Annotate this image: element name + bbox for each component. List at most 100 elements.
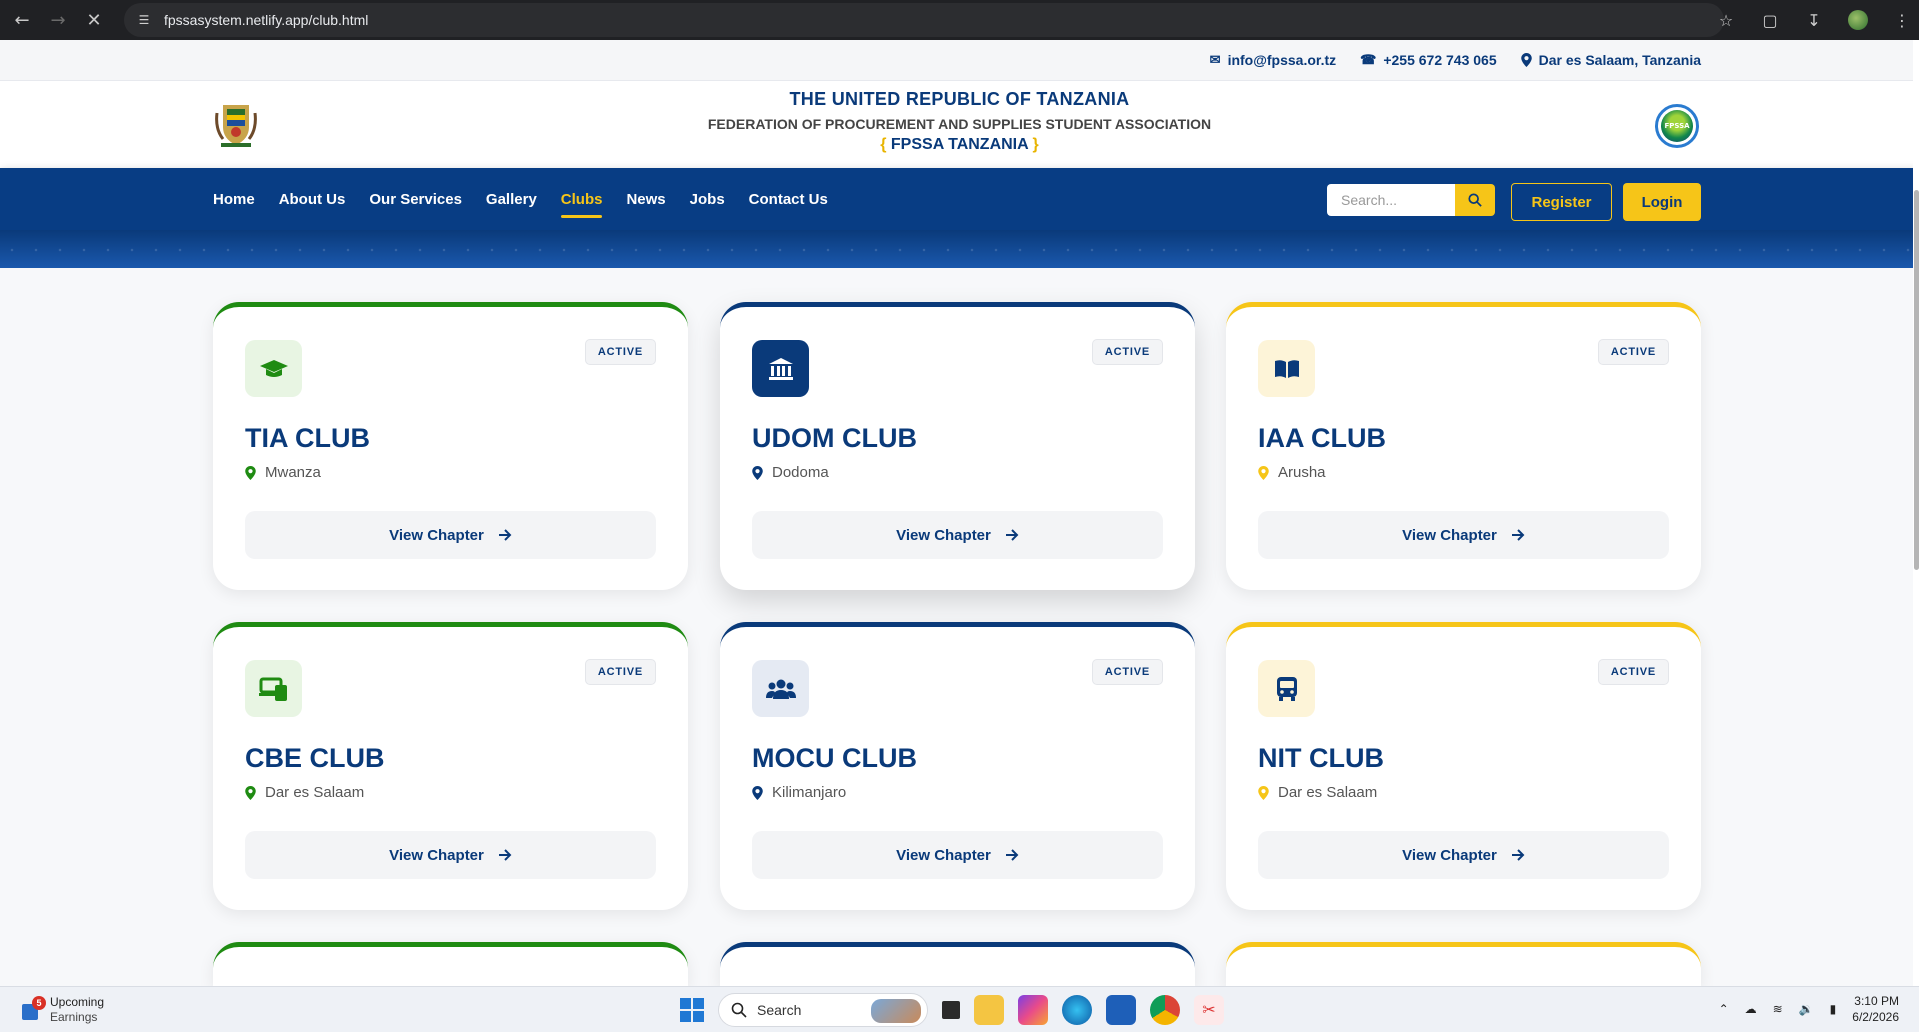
store-app-icon[interactable] — [1106, 995, 1136, 1025]
club-location-text: Dar es Salaam — [1278, 784, 1378, 801]
fpssa-logo-text: FPSSA — [1661, 110, 1693, 142]
search-highlight-image — [871, 999, 921, 1023]
club-card[interactable]: ACTIVE MOCU CLUB Kilimanjaro View Chapte… — [720, 622, 1195, 910]
club-card[interactable]: ACTIVE TIA CLUB Mwanza View Chapter — [213, 302, 688, 590]
location-pin-icon — [1520, 53, 1532, 67]
arrow-right-icon — [498, 529, 512, 541]
view-chapter-button[interactable]: View Chapter — [752, 511, 1163, 559]
phone-icon: ☎ — [1360, 52, 1377, 67]
brace-close: } — [1032, 136, 1039, 153]
profile-avatar[interactable] — [1841, 3, 1875, 37]
view-chapter-label: View Chapter — [1402, 846, 1497, 864]
federation-title: FEDERATION OF PROCUREMENT AND SUPPLIES S… — [707, 116, 1212, 132]
club-card[interactable]: ACTIVE NIT CLUB Dar es Salaam View Chapt… — [1226, 622, 1701, 910]
system-tray: ⌃ ☁ ≋ 🔉 ▮ 3:10 PM 6/2/2026 — [1719, 993, 1899, 1025]
location-text: Dar es Salaam, Tanzania — [1538, 52, 1701, 68]
bookmark-star-icon[interactable]: ☆ — [1709, 3, 1743, 37]
file-explorer-icon[interactable] — [974, 995, 1004, 1025]
battery-icon[interactable]: ▮ — [1830, 1002, 1837, 1016]
nav-link-our-services[interactable]: Our Services — [369, 185, 462, 214]
location-pin-icon — [752, 465, 763, 480]
view-chapter-button[interactable]: View Chapter — [752, 831, 1163, 879]
fpssa-logo[interactable]: FPSSA — [1655, 104, 1699, 148]
login-button[interactable]: Login — [1623, 183, 1701, 221]
nav-link-clubs[interactable]: Clubs — [560, 185, 602, 218]
clock-time: 3:10 PM — [1854, 994, 1899, 1008]
club-card[interactable]: ACTIVE UDOM CLUB Dodoma View Chapter — [720, 302, 1195, 590]
view-chapter-button[interactable]: View Chapter — [245, 511, 656, 559]
phone-text[interactable]: +255 672 743 065 — [1383, 52, 1496, 68]
club-name: TIA CLUB — [245, 423, 370, 453]
taskbar-search-label: Search — [757, 1002, 802, 1018]
snipping-tool-icon[interactable]: ✂ — [1194, 995, 1224, 1025]
show-hidden-icons-icon[interactable]: ⌃ — [1719, 1002, 1729, 1016]
chrome-browser-icon[interactable] — [1150, 995, 1180, 1025]
status-badge: ACTIVE — [1091, 659, 1163, 685]
browser-menu-icon[interactable]: ⋮ — [1885, 3, 1919, 37]
back-icon[interactable]: ← — [8, 6, 36, 34]
site-info-icon[interactable]: ☰ — [136, 12, 152, 28]
view-chapter-button[interactable]: View Chapter — [1258, 511, 1669, 559]
view-chapter-button[interactable]: View Chapter — [245, 831, 656, 879]
url-text[interactable]: fpssasystem.netlify.app/club.html — [164, 12, 368, 28]
page-scrollbar[interactable] — [1913, 40, 1919, 986]
club-location-text: Arusha — [1278, 464, 1326, 481]
location-pin-icon — [245, 785, 256, 800]
arrow-right-icon — [1511, 529, 1525, 541]
header-titles: THE UNITED REPUBLIC OF TANZANIA FEDERATI… — [0, 89, 1919, 154]
club-card[interactable]: ACTIVE IAA CLUB Arusha View Chapter — [1226, 302, 1701, 590]
status-badge: ACTIVE — [1091, 339, 1163, 365]
volume-icon[interactable]: 🔉 — [1799, 1002, 1814, 1016]
envelope-icon: ✉ — [1209, 52, 1221, 67]
view-chapter-label: View Chapter — [1402, 526, 1497, 544]
extensions-icon[interactable]: ▢ — [1753, 3, 1787, 37]
club-name: CBE CLUB — [245, 743, 385, 773]
windows-start-icon[interactable] — [680, 998, 704, 1022]
wifi-icon[interactable]: ≋ — [1773, 1002, 1783, 1016]
email-text[interactable]: info@fpssa.or.tz — [1228, 52, 1337, 68]
scrollbar-thumb[interactable] — [1914, 190, 1919, 570]
nav-link-home[interactable]: Home — [213, 185, 255, 214]
view-chapter-label: View Chapter — [896, 526, 991, 544]
contact-bar: ✉ info@fpssa.or.tz ☎ +255 672 743 065 Da… — [0, 40, 1919, 81]
contact-email[interactable]: ✉ info@fpssa.or.tz — [1210, 52, 1336, 68]
club-card-partial[interactable] — [720, 942, 1195, 986]
register-button[interactable]: Register — [1511, 183, 1612, 221]
widgets-button[interactable]: 5 Upcoming Earnings — [18, 995, 104, 1025]
club-location: Kilimanjaro — [752, 784, 846, 801]
location-pin-icon — [1258, 465, 1269, 480]
nav-link-contact-us[interactable]: Contact Us — [749, 185, 828, 214]
copilot-app-icon[interactable] — [1018, 995, 1048, 1025]
club-card-partial[interactable] — [1226, 942, 1701, 986]
view-chapter-label: View Chapter — [896, 846, 991, 864]
download-icon[interactable]: ↧ — [1797, 3, 1831, 37]
edge-browser-icon[interactable] — [1062, 995, 1092, 1025]
stop-loading-icon[interactable]: ✕ — [80, 6, 108, 34]
contact-location: Dar es Salaam, Tanzania — [1520, 52, 1701, 68]
task-view-icon[interactable] — [942, 1001, 960, 1019]
status-badge: ACTIVE — [584, 339, 656, 365]
nav-link-jobs[interactable]: Jobs — [690, 185, 725, 214]
search-icon — [1468, 193, 1482, 207]
country-title: THE UNITED REPUBLIC OF TANZANIA — [789, 89, 1130, 109]
club-card-partial[interactable] — [213, 942, 688, 986]
view-chapter-label: View Chapter — [389, 526, 484, 544]
contact-phone[interactable]: ☎ +255 672 743 065 — [1360, 52, 1496, 68]
search-button[interactable] — [1455, 184, 1495, 216]
search-input[interactable] — [1327, 184, 1455, 216]
club-card[interactable]: ACTIVE CBE CLUB Dar es Salaam View Chapt… — [213, 622, 688, 910]
nav-link-about-us[interactable]: About Us — [279, 185, 346, 214]
location-pin-icon — [1258, 785, 1269, 800]
browser-toolbar: ← → ✕ ☰ fpssasystem.netlify.app/club.htm… — [0, 0, 1919, 40]
forward-icon[interactable]: → — [44, 6, 72, 34]
clock-date: 6/2/2026 — [1852, 1010, 1899, 1024]
address-bar[interactable]: ☰ fpssasystem.netlify.app/club.html — [124, 3, 1724, 37]
clock[interactable]: 3:10 PM 6/2/2026 — [1852, 993, 1899, 1025]
taskbar-search[interactable]: Search — [718, 993, 928, 1027]
onedrive-icon[interactable]: ☁ — [1745, 1002, 1757, 1016]
arrow-right-icon — [1005, 529, 1019, 541]
view-chapter-button[interactable]: View Chapter — [1258, 831, 1669, 879]
nav-link-gallery[interactable]: Gallery — [486, 185, 537, 214]
brand-title: { FPSSA TANZANIA } — [0, 136, 1919, 154]
nav-link-news[interactable]: News — [626, 185, 665, 214]
